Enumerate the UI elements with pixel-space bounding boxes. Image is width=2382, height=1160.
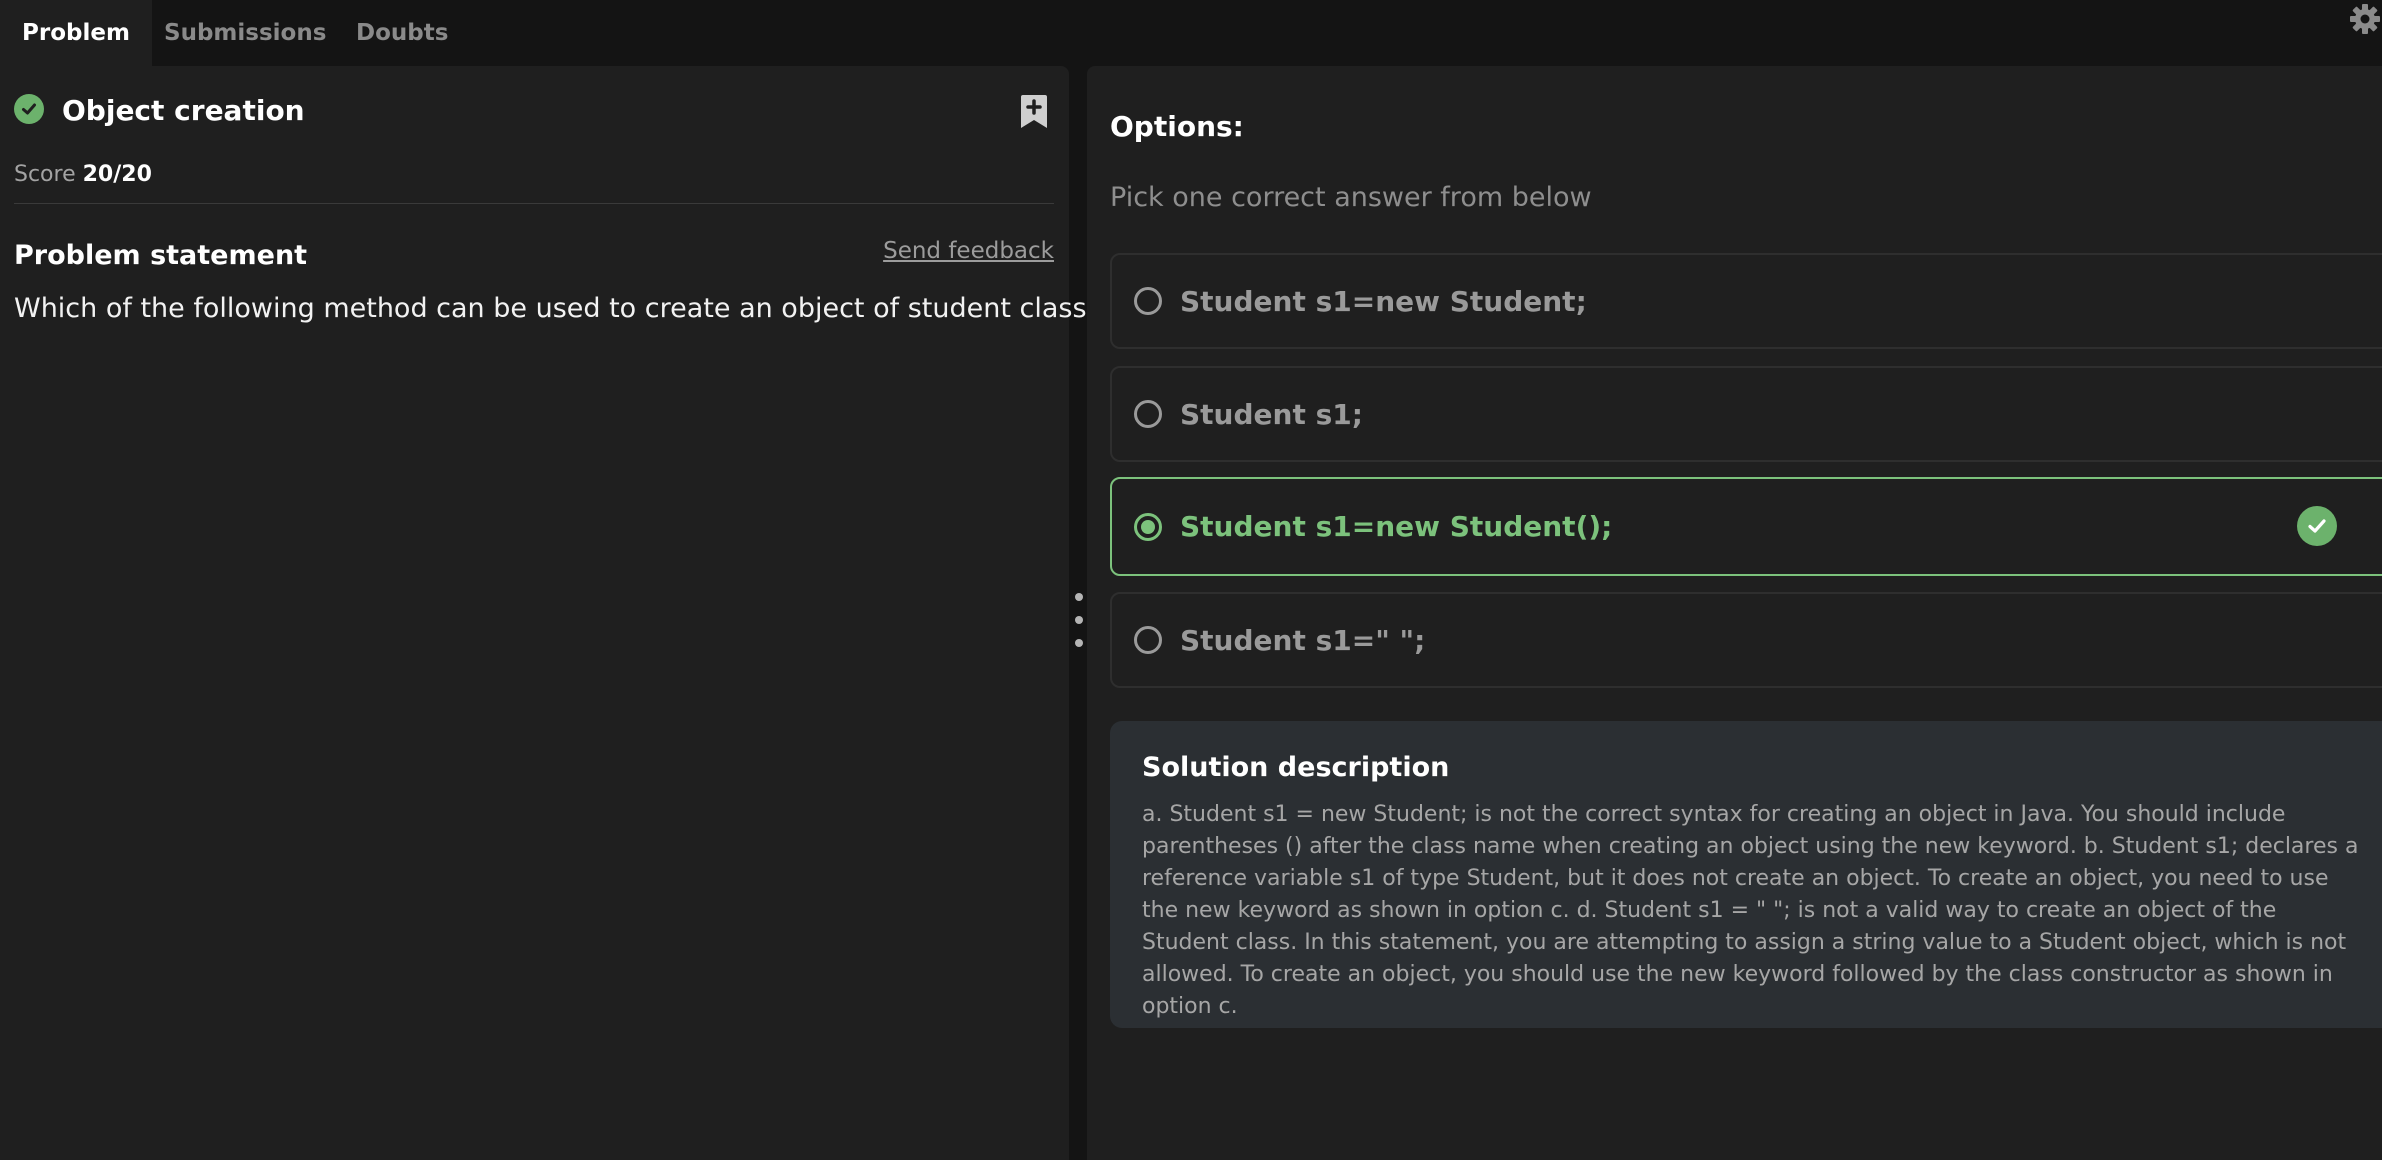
solution-description: Solution description a. Student s1 = new… [1110, 721, 2382, 1028]
tab-doubts[interactable]: Doubts [356, 0, 448, 66]
panel-resize-handle[interactable] [1069, 585, 1087, 655]
option-c[interactable]: Student s1=new Student(); [1110, 477, 2382, 576]
option-a[interactable]: Student s1=new Student; [1110, 253, 2382, 349]
option-b[interactable]: Student s1; [1110, 366, 2382, 462]
option-label: Student s1; [1180, 397, 1363, 431]
problem-statement: Which of the following method can be use… [14, 293, 1101, 324]
tab-submissions[interactable]: Submissions [164, 0, 326, 66]
problem-title: Object creation [62, 94, 305, 127]
options-panel: Options: Pick one correct answer from be… [1087, 66, 2382, 1160]
problem-title-row: Object creation [14, 93, 305, 127]
option-label: Student s1=new Student; [1180, 284, 1587, 318]
options-hint: Pick one correct answer from below [1110, 182, 1592, 213]
problem-statement-heading: Problem statement [14, 240, 308, 271]
option-label: Student s1=new Student(); [1180, 510, 1613, 543]
bookmark-plus-icon[interactable] [1018, 94, 1050, 130]
option-label: Student s1=" "; [1180, 623, 1426, 657]
radio-button[interactable] [1134, 287, 1162, 315]
check-circle-icon [2297, 506, 2337, 546]
score: Score 20/20 [14, 162, 152, 187]
send-feedback-link[interactable]: Send feedback [883, 238, 1054, 264]
gear-icon[interactable] [2348, 2, 2382, 36]
solution-text: a. Student s1 = new Student; is not the … [1142, 802, 2359, 1019]
option-d[interactable]: Student s1=" "; [1110, 592, 2382, 688]
radio-button[interactable] [1134, 626, 1162, 654]
options-heading: Options: [1110, 110, 1244, 143]
radio-button[interactable] [1134, 400, 1162, 428]
score-value: 20/20 [82, 162, 152, 187]
divider [14, 203, 1054, 204]
tab-bar: Problem Submissions Doubts [0, 0, 2382, 66]
problem-panel: Object creation Score 20/20 Problem stat… [0, 66, 1101, 1160]
score-label: Score [14, 162, 76, 187]
check-circle-icon [14, 93, 44, 124]
tab-problem[interactable]: Problem [0, 0, 152, 66]
radio-button-selected[interactable] [1134, 512, 1162, 541]
solution-heading: Solution description [1142, 752, 1450, 783]
